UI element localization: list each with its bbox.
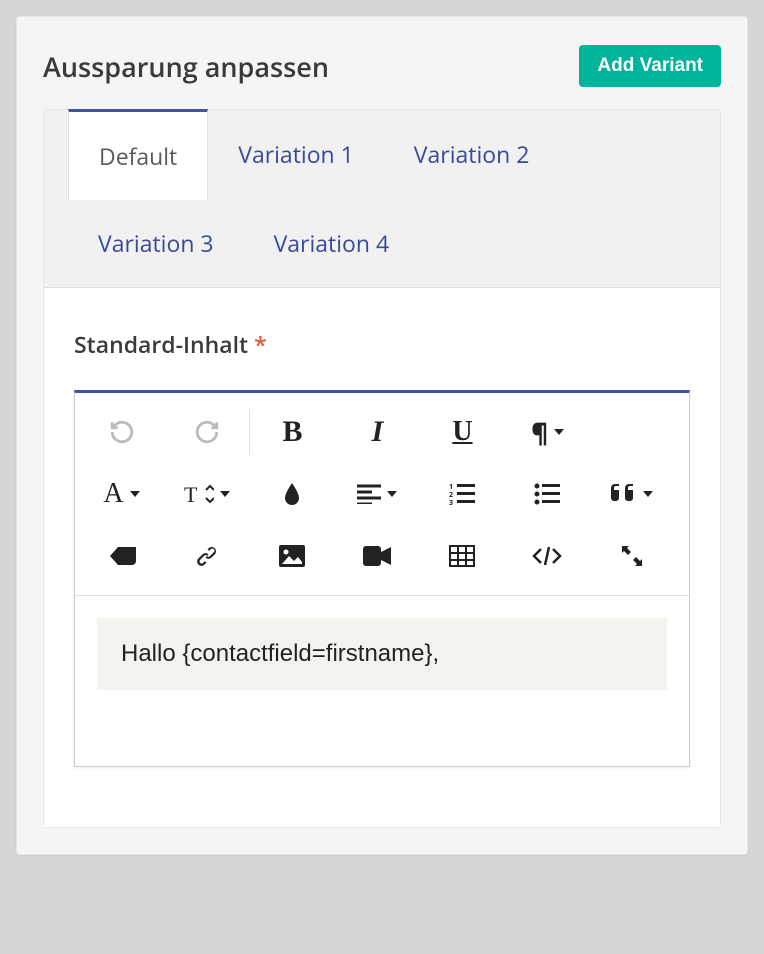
add-variant-button[interactable]: Add Variant (579, 45, 721, 87)
editor-content-area[interactable]: Hallo {contactfield=firstname}, (75, 596, 689, 766)
image-icon[interactable] (249, 525, 334, 587)
tab-default[interactable]: Default (68, 109, 208, 200)
align-icon[interactable] (334, 463, 419, 525)
paragraph-format-icon[interactable]: ¶ (505, 401, 590, 463)
page-title: Aussparung anpassen (43, 48, 329, 85)
tab-content: Standard-Inhalt * B (44, 288, 720, 827)
tab-variation-4[interactable]: Variation 4 (244, 199, 420, 287)
ordered-list-icon[interactable]: 123 (419, 463, 504, 525)
customize-slot-panel: Aussparung anpassen Add Variant Default … (16, 16, 748, 855)
undo-icon[interactable] (79, 401, 164, 463)
editor-text[interactable]: Hallo {contactfield=firstname}, (97, 618, 667, 690)
tab-variation-1[interactable]: Variation 1 (208, 110, 384, 199)
svg-text:3: 3 (449, 499, 453, 505)
video-icon[interactable] (334, 525, 419, 587)
tab-variation-3[interactable]: Variation 3 (68, 199, 244, 287)
fullscreen-icon[interactable] (589, 525, 674, 587)
clear-formatting-icon[interactable] (79, 525, 164, 587)
font-family-icon[interactable]: A (79, 463, 164, 525)
italic-icon[interactable]: I (335, 401, 420, 463)
rich-text-editor: B I U ¶ (74, 390, 690, 767)
editor-toolbar: B I U ¶ (75, 393, 689, 596)
quote-icon[interactable] (589, 463, 674, 525)
unordered-list-icon[interactable] (504, 463, 589, 525)
redo-icon[interactable] (164, 401, 249, 463)
font-size-icon[interactable]: T (164, 463, 249, 525)
content-field-label: Standard-Inhalt * (74, 328, 690, 360)
variant-tabs-container: Default Variation 1 Variation 2 Variatio… (43, 109, 721, 828)
underline-icon[interactable]: U (420, 401, 505, 463)
required-marker: * (254, 328, 267, 360)
link-icon[interactable] (164, 525, 249, 587)
bold-icon[interactable]: B (250, 401, 335, 463)
svg-text:T: T (184, 482, 198, 506)
table-icon[interactable] (419, 525, 504, 587)
variant-tabs: Default Variation 1 Variation 2 Variatio… (44, 110, 720, 288)
tab-variation-2[interactable]: Variation 2 (384, 110, 560, 199)
color-icon[interactable] (249, 463, 334, 525)
html-icon[interactable] (504, 525, 589, 587)
